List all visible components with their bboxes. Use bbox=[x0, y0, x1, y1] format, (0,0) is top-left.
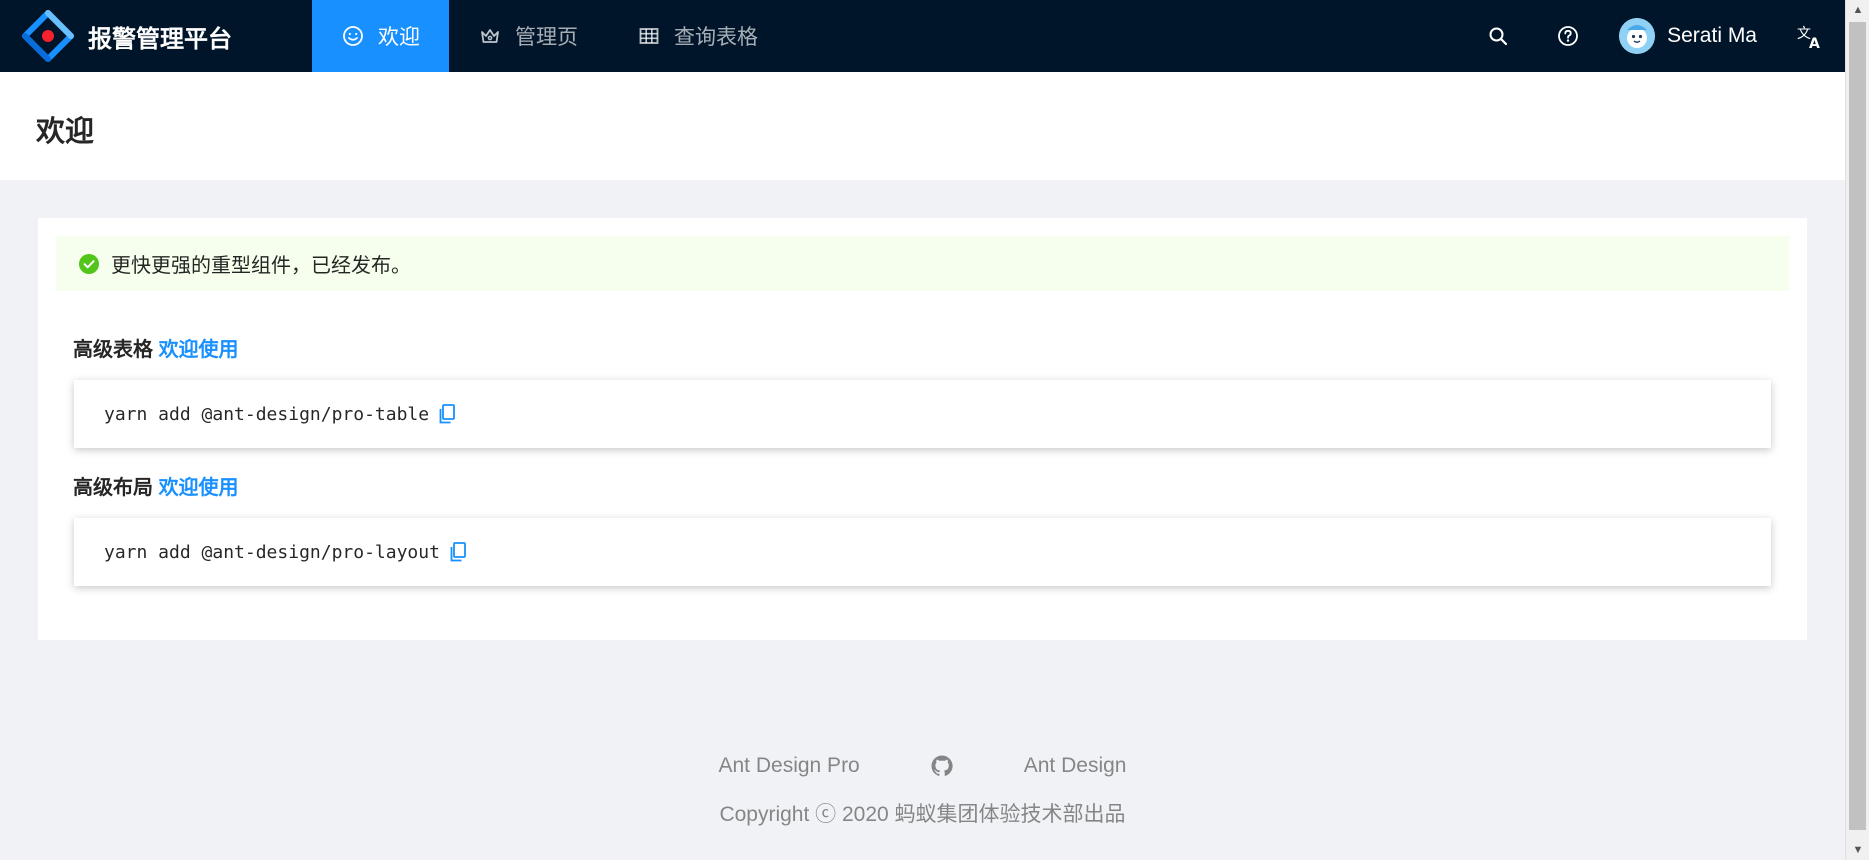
copyright-text: Copyright ⓒ 2020 蚂蚁集团体验技术部出品 bbox=[719, 803, 1126, 826]
question-circle-icon bbox=[1558, 26, 1579, 46]
code-text: yarn add @ant-design/pro-table bbox=[104, 403, 430, 425]
welcome-use-link[interactable]: 欢迎使用 bbox=[159, 477, 239, 499]
page-header: 欢迎 bbox=[0, 72, 1845, 180]
code-block-pro-layout: yarn add @ant-design/pro-layout bbox=[74, 518, 1771, 586]
smile-icon bbox=[342, 25, 364, 47]
main-menu: 欢迎 管理页 查询表格 bbox=[312, 0, 788, 72]
avatar bbox=[1619, 18, 1656, 54]
check-circle-icon bbox=[79, 253, 99, 274]
section-title-pro-table: 高级表格 欢迎使用 bbox=[73, 333, 239, 362]
page-title: 欢迎 bbox=[36, 116, 95, 148]
scroll-up-arrow-icon[interactable]: ▲ bbox=[1846, 0, 1869, 20]
help-button[interactable] bbox=[1533, 0, 1603, 72]
menu-item-label: 管理页 bbox=[515, 26, 578, 49]
copy-icon[interactable] bbox=[448, 541, 468, 563]
translation-icon: 文 A bbox=[1797, 26, 1820, 50]
svg-text:A: A bbox=[1809, 36, 1820, 50]
scroll-thumb[interactable] bbox=[1849, 22, 1866, 830]
section-title-text: 高级布局 bbox=[73, 477, 153, 499]
app-title: 报警管理平台 bbox=[88, 25, 232, 53]
footer-links: Ant Design Pro Ant Design bbox=[0, 754, 1845, 778]
code-text: yarn add @ant-design/pro-layout bbox=[104, 541, 440, 563]
section-title-pro-layout: 高级布局 欢迎使用 bbox=[73, 471, 239, 500]
footer-link-ant-design-pro[interactable]: Ant Design Pro bbox=[719, 754, 860, 778]
username: Serati Ma bbox=[1667, 24, 1757, 47]
success-alert: 更快更强的重型组件，已经发布。 bbox=[56, 236, 1789, 291]
language-switch[interactable]: 文 A bbox=[1775, 0, 1845, 72]
logo[interactable]: 报警管理平台 bbox=[0, 0, 312, 72]
search-button[interactable] bbox=[1463, 0, 1533, 72]
menu-item-label: 欢迎 bbox=[378, 26, 420, 49]
menu-item-query-table[interactable]: 查询表格 bbox=[608, 0, 788, 72]
code-block-pro-table: yarn add @ant-design/pro-table bbox=[74, 380, 1771, 448]
github-icon[interactable] bbox=[930, 754, 954, 778]
user-menu[interactable]: Serati Ma bbox=[1603, 0, 1775, 72]
scroll-down-arrow-icon[interactable]: ▼ bbox=[1846, 840, 1869, 860]
top-nav-bar: 报警管理平台 欢迎 管理页 查询表格 Serati Ma 文 A bbox=[0, 0, 1845, 72]
crown-icon bbox=[479, 25, 501, 47]
welcome-use-link[interactable]: 欢迎使用 bbox=[159, 339, 239, 361]
vertical-scrollbar[interactable]: ▲ ▼ bbox=[1845, 0, 1869, 860]
menu-item-welcome[interactable]: 欢迎 bbox=[312, 0, 449, 72]
menu-item-admin[interactable]: 管理页 bbox=[449, 0, 608, 72]
footer-link-ant-design[interactable]: Ant Design bbox=[1024, 754, 1127, 778]
copy-icon[interactable] bbox=[437, 403, 457, 425]
header-actions: Serati Ma 文 A bbox=[1463, 0, 1845, 72]
alert-message: 更快更强的重型组件，已经发布。 bbox=[111, 255, 411, 277]
table-icon bbox=[638, 25, 660, 47]
section-title-text: 高级表格 bbox=[73, 339, 153, 361]
search-icon bbox=[1489, 27, 1508, 46]
content-card: 更快更强的重型组件，已经发布。 高级表格 欢迎使用 yarn add @ant-… bbox=[38, 218, 1807, 640]
logo-icon bbox=[22, 10, 74, 62]
menu-item-label: 查询表格 bbox=[674, 26, 758, 49]
